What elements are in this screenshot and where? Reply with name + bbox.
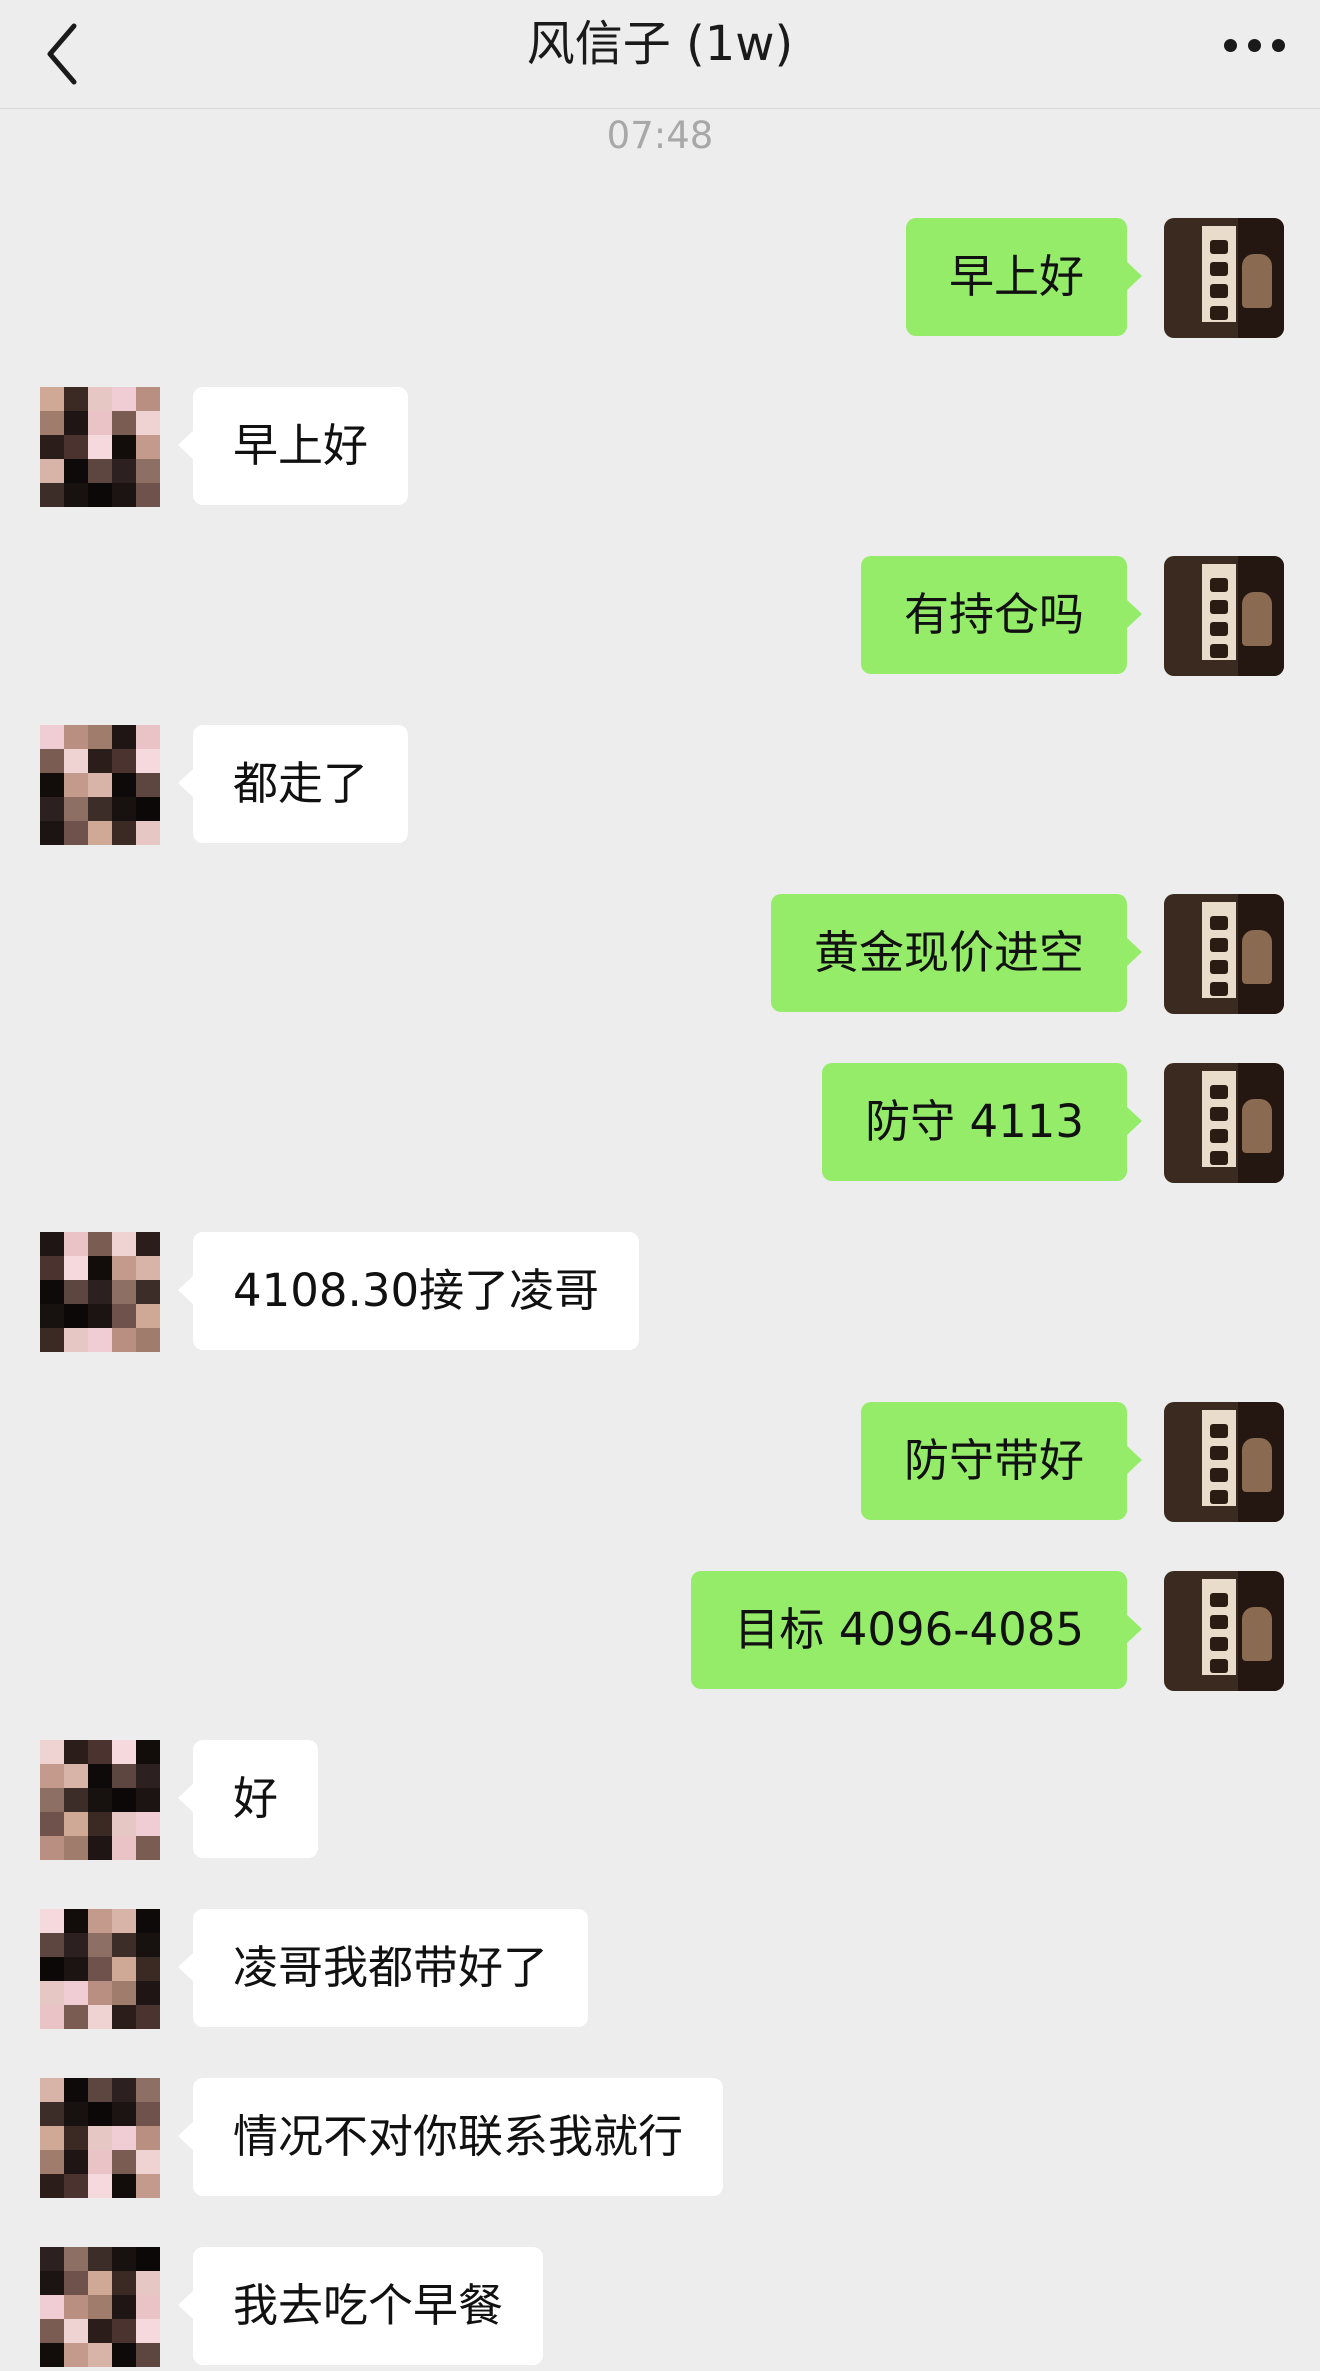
message-row: 我去吃个早餐 (0, 2247, 1320, 2367)
avatar-art (1238, 1571, 1284, 1691)
avatar-art (1202, 226, 1236, 322)
message-row: 防守带好 (0, 1402, 1320, 1522)
message-row: 情况不对你联系我就行 (0, 2078, 1320, 2198)
avatar-art (1202, 564, 1236, 660)
message-row: 好 (0, 1740, 1320, 1860)
my-avatar[interactable] (1164, 556, 1284, 676)
my-avatar[interactable] (1164, 894, 1284, 1014)
avatar-art (1202, 1579, 1236, 1675)
avatar-art (1238, 556, 1284, 676)
message-row: 黄金现价进空 (0, 894, 1320, 1014)
sent-message-bubble[interactable]: 有持仓吗 (860, 556, 1143, 674)
received-message-bubble[interactable]: 好 (177, 1740, 319, 1858)
contact-avatar[interactable] (40, 1232, 160, 1352)
message-row: 早上好 (0, 387, 1320, 507)
contact-avatar[interactable] (40, 725, 160, 845)
contact-avatar[interactable] (40, 387, 160, 507)
contact-avatar[interactable] (40, 1909, 160, 2029)
avatar-art (1238, 894, 1284, 1014)
message-row: 4108.30接了凌哥 (0, 1232, 1320, 1352)
my-avatar[interactable] (1164, 218, 1284, 338)
chat-title: 风信子 (1w) (526, 16, 794, 72)
message-row: 凌哥我都带好了 (0, 1909, 1320, 2029)
chat-header: 风信子 (1w) (0, 0, 1320, 109)
sent-message-bubble[interactable]: 防守带好 (860, 1402, 1143, 1520)
my-avatar[interactable] (1164, 1063, 1284, 1183)
sent-message-bubble[interactable]: 目标 4096-4085 (691, 1571, 1142, 1689)
contact-avatar[interactable] (40, 1740, 160, 1860)
avatar-art (1202, 1071, 1236, 1167)
message-row: 都走了 (0, 725, 1320, 845)
received-message-bubble[interactable]: 都走了 (177, 725, 409, 843)
more-dots-icon[interactable] (1222, 20, 1288, 64)
received-message-bubble[interactable]: 4108.30接了凌哥 (177, 1232, 640, 1350)
message-row: 有持仓吗 (0, 556, 1320, 676)
message-row: 防守 4113 (0, 1063, 1320, 1183)
my-avatar[interactable] (1164, 1571, 1284, 1691)
message-row: 目标 4096-4085 (0, 1571, 1320, 1691)
avatar-art (1202, 1410, 1236, 1506)
contact-avatar[interactable] (40, 2078, 160, 2198)
contact-avatar[interactable] (40, 2247, 160, 2367)
received-message-bubble[interactable]: 早上好 (177, 387, 409, 505)
avatar-art (1238, 1063, 1284, 1183)
avatar-art (1238, 1402, 1284, 1522)
sent-message-bubble[interactable]: 黄金现价进空 (770, 894, 1143, 1012)
message-timestamp: 07:48 (606, 114, 714, 157)
sent-message-bubble[interactable]: 防守 4113 (822, 1063, 1142, 1181)
avatar-art (1202, 902, 1236, 998)
my-avatar[interactable] (1164, 1402, 1284, 1522)
sent-message-bubble[interactable]: 早上好 (905, 218, 1143, 336)
received-message-bubble[interactable]: 情况不对你联系我就行 (177, 2078, 724, 2196)
avatar-art (1238, 218, 1284, 338)
message-row: 早上好 (0, 218, 1320, 338)
received-message-bubble[interactable]: 我去吃个早餐 (177, 2247, 544, 2365)
received-message-bubble[interactable]: 凌哥我都带好了 (177, 1909, 589, 2027)
